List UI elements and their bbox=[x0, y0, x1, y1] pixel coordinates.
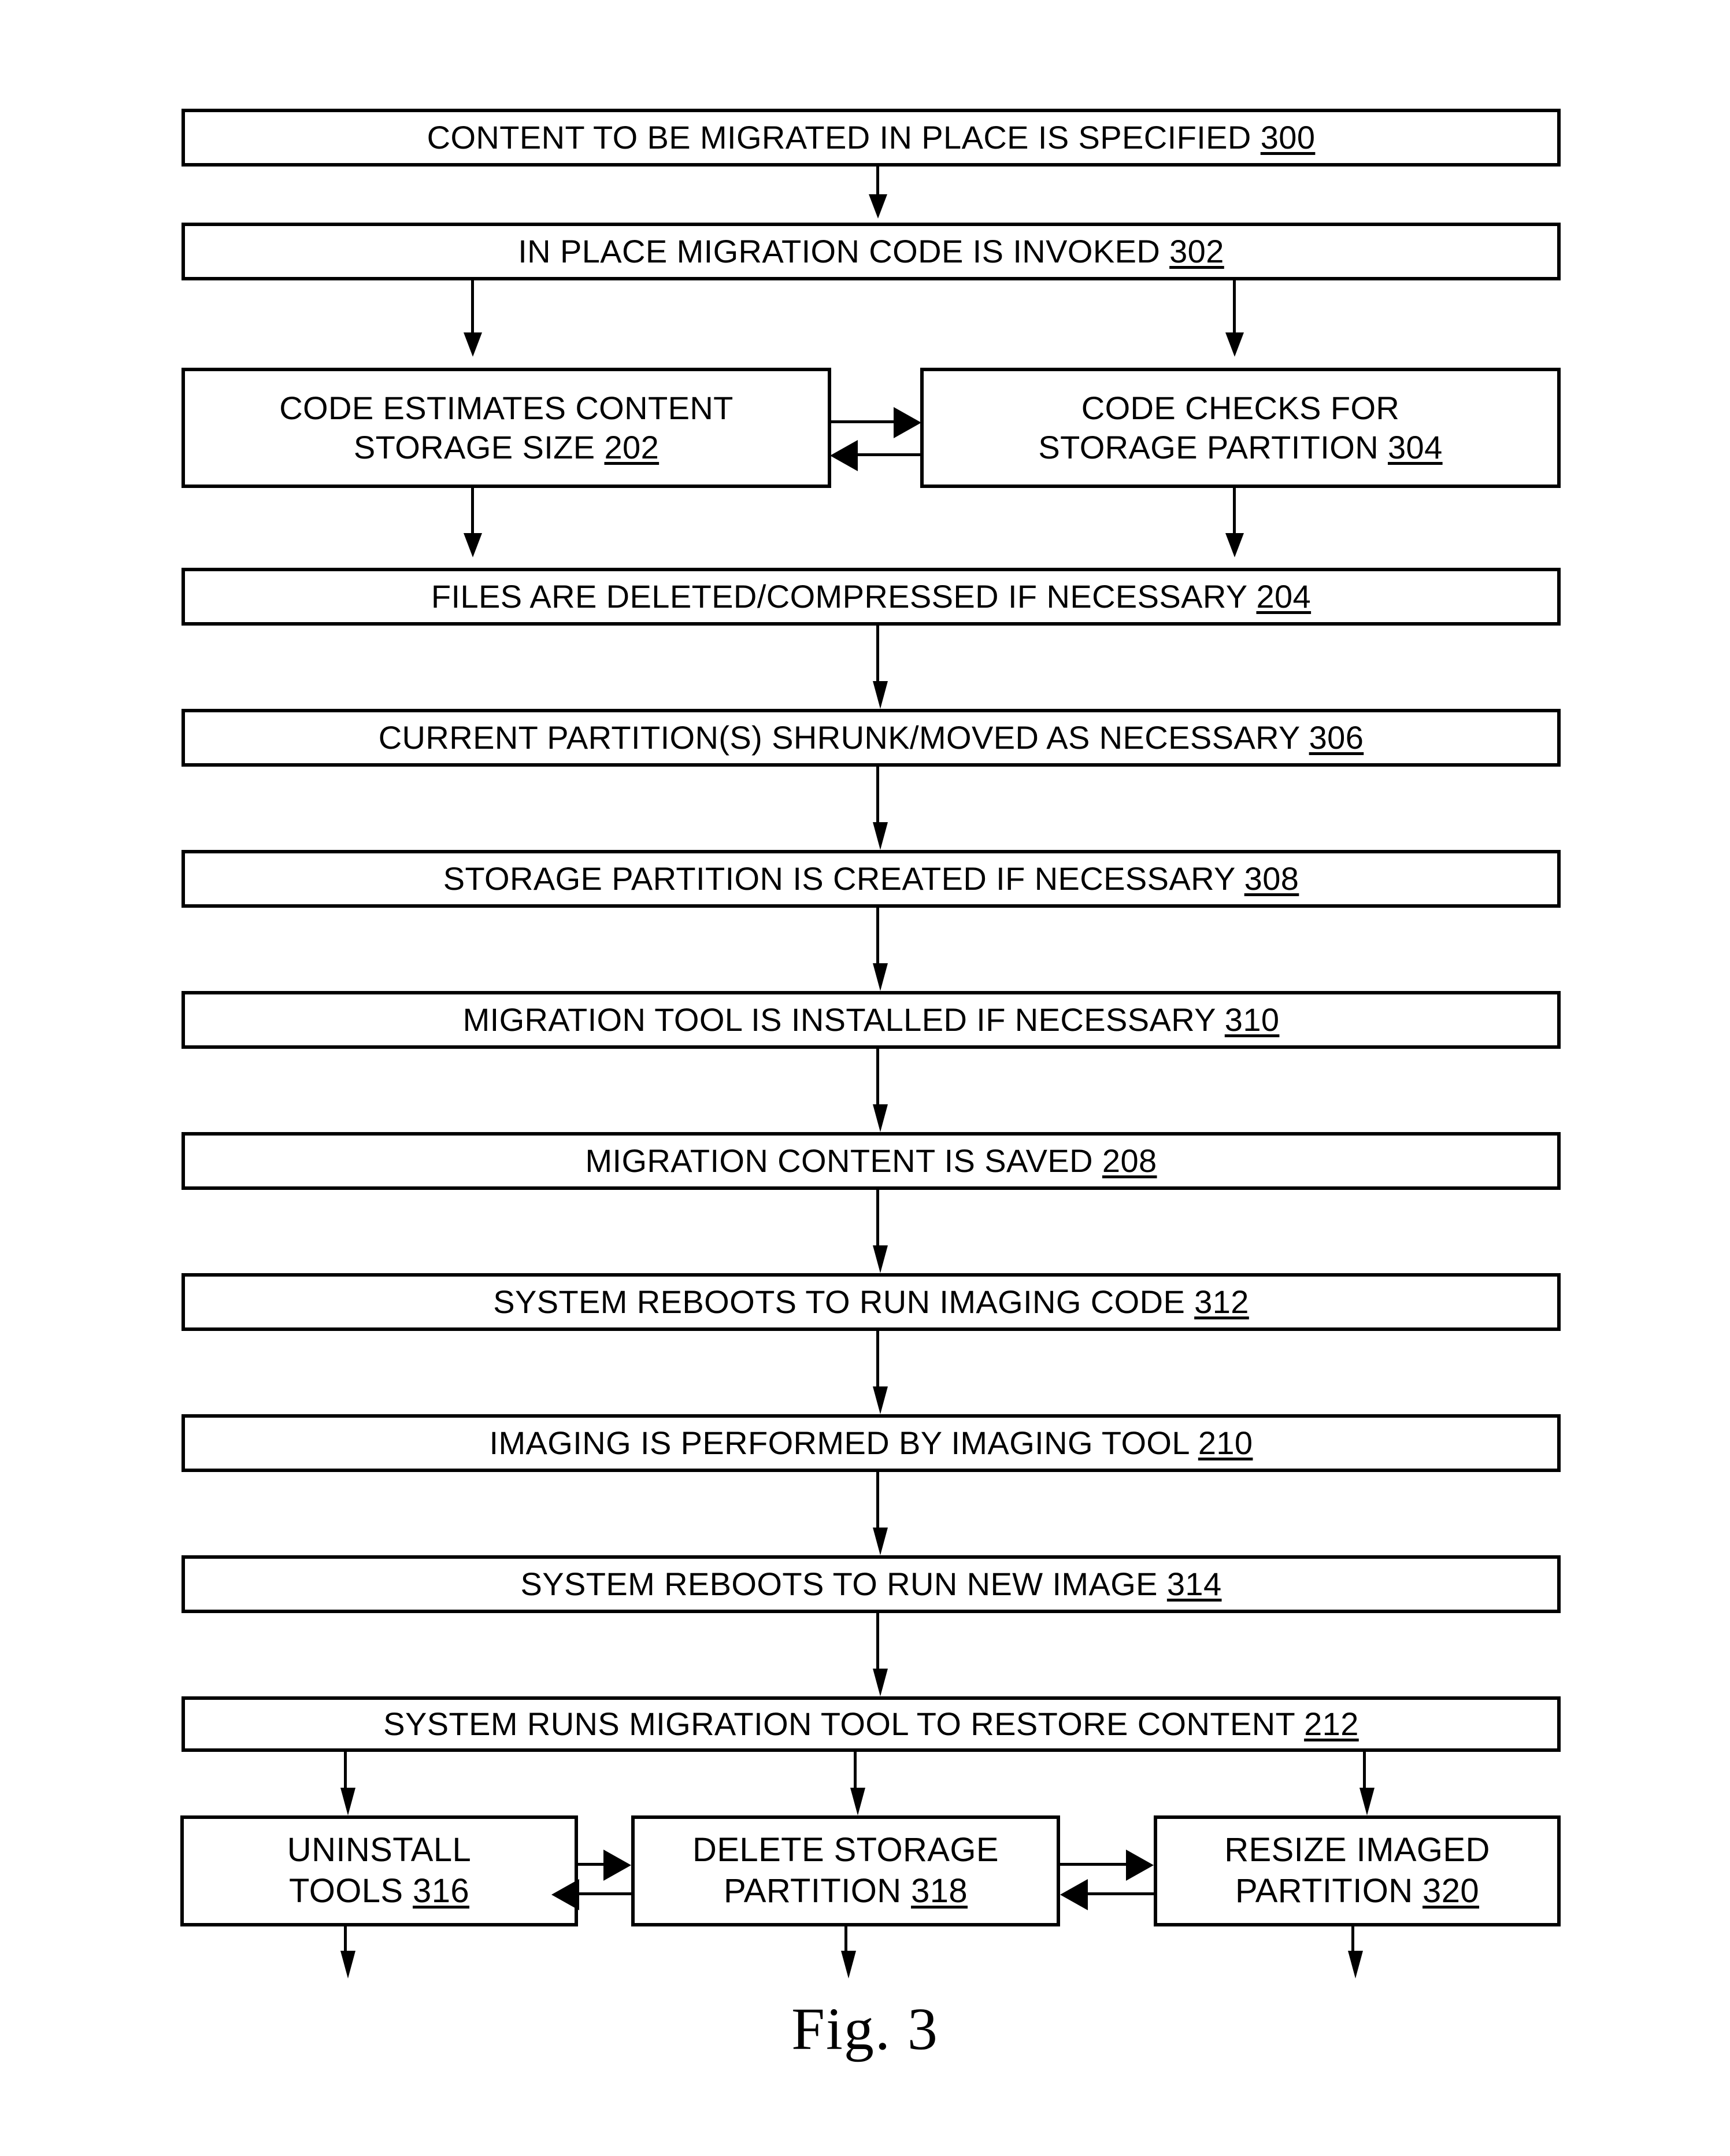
connector-204-306 bbox=[876, 626, 879, 687]
flowchart-node-308: STORAGE PARTITION IS CREATED IF NECESSAR… bbox=[181, 850, 1561, 908]
connector-208-312 bbox=[876, 1190, 879, 1251]
connector-318-316 bbox=[578, 1892, 632, 1895]
arrowhead-318-316 bbox=[551, 1879, 579, 1910]
arrowhead-308-310 bbox=[873, 963, 888, 991]
node-210-refnum: 210 bbox=[1198, 1424, 1253, 1461]
flowchart-node-300: CONTENT TO BE MIGRATED IN PLACE IS SPECI… bbox=[181, 109, 1561, 167]
node-316-label: UNINSTALL TOOLS 316 bbox=[287, 1831, 472, 1910]
connector-302-304 bbox=[1233, 280, 1236, 337]
arrowhead-312-210 bbox=[873, 1386, 888, 1414]
connector-202-204 bbox=[471, 488, 474, 538]
connector-210-314 bbox=[876, 1472, 879, 1533]
connector-308-310 bbox=[876, 908, 879, 969]
arrowhead-300-302 bbox=[869, 194, 887, 219]
node-204-label: FILES ARE DELETED/COMPRESSED IF NECESSAR… bbox=[431, 578, 1312, 615]
connector-306-308 bbox=[876, 767, 879, 828]
flowchart-node-212: SYSTEM RUNS MIGRATION TOOL TO RESTORE CO… bbox=[181, 1696, 1561, 1752]
node-318-label: DELETE STORAGE PARTITION 318 bbox=[692, 1831, 999, 1910]
node-304-refnum: 304 bbox=[1388, 429, 1443, 465]
flowchart-node-202: CODE ESTIMATES CONTENT STORAGE SIZE 202 bbox=[181, 368, 831, 488]
flowchart-node-204: FILES ARE DELETED/COMPRESSED IF NECESSAR… bbox=[181, 568, 1561, 626]
arrowhead-316-318 bbox=[603, 1850, 631, 1881]
node-304-label: CODE CHECKS FOR STORAGE PARTITION 304 bbox=[1038, 389, 1443, 465]
node-208-refnum: 208 bbox=[1102, 1142, 1157, 1179]
flowchart-node-310: MIGRATION TOOL IS INSTALLED IF NECESSARY… bbox=[181, 991, 1561, 1049]
node-312-refnum: 312 bbox=[1194, 1283, 1249, 1320]
arrowhead-204-306 bbox=[873, 681, 888, 709]
arrowhead-202-204 bbox=[464, 533, 482, 557]
node-310-refnum: 310 bbox=[1224, 1001, 1280, 1038]
node-208-label: MIGRATION CONTENT IS SAVED 208 bbox=[585, 1142, 1157, 1179]
figure-page: CONTENT TO BE MIGRATED IN PLACE IS SPECI… bbox=[0, 0, 1730, 2156]
arrowhead-304-202 bbox=[830, 440, 858, 471]
connector-310-208 bbox=[876, 1049, 879, 1110]
flowchart-node-302: IN PLACE MIGRATION CODE IS INVOKED 302 bbox=[181, 223, 1561, 280]
flowchart-node-306: CURRENT PARTITION(S) SHRUNK/MOVED AS NEC… bbox=[181, 709, 1561, 767]
node-306-refnum: 306 bbox=[1309, 719, 1364, 756]
node-318-refnum: 318 bbox=[911, 1872, 968, 1910]
node-310-label: MIGRATION TOOL IS INSTALLED IF NECESSARY… bbox=[462, 1001, 1280, 1038]
node-212-label: SYSTEM RUNS MIGRATION TOOL TO RESTORE CO… bbox=[383, 1705, 1359, 1742]
node-300-label: CONTENT TO BE MIGRATED IN PLACE IS SPECI… bbox=[427, 119, 1316, 156]
connector-314-212 bbox=[876, 1613, 879, 1674]
arrowhead-320-318 bbox=[1060, 1879, 1088, 1910]
node-202-refnum: 202 bbox=[604, 429, 660, 465]
node-212-refnum: 212 bbox=[1304, 1705, 1359, 1742]
arrowhead-210-314 bbox=[873, 1528, 888, 1555]
node-308-refnum: 308 bbox=[1244, 860, 1299, 897]
flowchart-node-316: UNINSTALL TOOLS 316 bbox=[180, 1815, 578, 1926]
node-302-refnum: 302 bbox=[1169, 232, 1224, 269]
connector-316-318 bbox=[578, 1863, 607, 1866]
arrowhead-320-out bbox=[1348, 1951, 1363, 1979]
flowchart-node-314: SYSTEM REBOOTS TO RUN NEW IMAGE 314 bbox=[181, 1555, 1561, 1613]
node-316-refnum: 316 bbox=[413, 1872, 470, 1910]
figure-caption: Fig. 3 bbox=[791, 1996, 939, 2062]
node-300-refnum: 300 bbox=[1260, 119, 1316, 156]
node-320-refnum: 320 bbox=[1422, 1872, 1480, 1910]
arrowhead-318-out bbox=[841, 1951, 856, 1979]
node-314-refnum: 314 bbox=[1166, 1565, 1222, 1602]
node-314-label: SYSTEM REBOOTS TO RUN NEW IMAGE 314 bbox=[520, 1565, 1222, 1602]
connector-304-202 bbox=[857, 453, 921, 456]
connector-202-304 bbox=[831, 420, 898, 423]
node-306-label: CURRENT PARTITION(S) SHRUNK/MOVED AS NEC… bbox=[378, 719, 1364, 756]
arrowhead-314-212 bbox=[873, 1669, 888, 1696]
connector-302-202 bbox=[471, 280, 474, 337]
node-210-label: IMAGING IS PERFORMED BY IMAGING TOOL 210 bbox=[489, 1424, 1253, 1461]
flowchart-node-208: MIGRATION CONTENT IS SAVED 208 bbox=[181, 1132, 1561, 1190]
node-302-label: IN PLACE MIGRATION CODE IS INVOKED 302 bbox=[518, 232, 1224, 269]
arrowhead-212-318 bbox=[850, 1788, 865, 1815]
arrowhead-202-304 bbox=[894, 407, 921, 438]
flowchart-node-318: DELETE STORAGE PARTITION 318 bbox=[631, 1815, 1060, 1926]
connector-304-204 bbox=[1233, 488, 1236, 538]
arrowhead-302-202 bbox=[464, 332, 482, 357]
arrowhead-304-204 bbox=[1225, 533, 1244, 557]
arrowhead-316-out bbox=[340, 1951, 355, 1979]
connector-320-318 bbox=[1087, 1892, 1154, 1895]
arrowhead-208-312 bbox=[873, 1245, 888, 1273]
node-204-refnum: 204 bbox=[1256, 578, 1312, 615]
arrowhead-306-308 bbox=[873, 822, 888, 850]
arrowhead-318-320 bbox=[1126, 1850, 1154, 1881]
arrowhead-212-320 bbox=[1359, 1788, 1375, 1815]
connector-312-210 bbox=[876, 1331, 879, 1392]
flowchart-node-304: CODE CHECKS FOR STORAGE PARTITION 304 bbox=[920, 368, 1561, 488]
arrowhead-310-208 bbox=[873, 1104, 888, 1132]
node-312-label: SYSTEM REBOOTS TO RUN IMAGING CODE 312 bbox=[493, 1283, 1249, 1320]
arrowhead-212-316 bbox=[340, 1788, 355, 1815]
flowchart-node-210: IMAGING IS PERFORMED BY IMAGING TOOL 210 bbox=[181, 1414, 1561, 1472]
arrowhead-302-304 bbox=[1225, 332, 1244, 357]
node-202-label: CODE ESTIMATES CONTENT STORAGE SIZE 202 bbox=[279, 389, 734, 465]
flowchart-node-320: RESIZE IMAGED PARTITION 320 bbox=[1154, 1815, 1561, 1926]
node-308-label: STORAGE PARTITION IS CREATED IF NECESSAR… bbox=[443, 860, 1299, 897]
flowchart-node-312: SYSTEM REBOOTS TO RUN IMAGING CODE 312 bbox=[181, 1273, 1561, 1331]
node-320-label: RESIZE IMAGED PARTITION 320 bbox=[1224, 1831, 1490, 1910]
connector-318-320 bbox=[1060, 1863, 1127, 1866]
